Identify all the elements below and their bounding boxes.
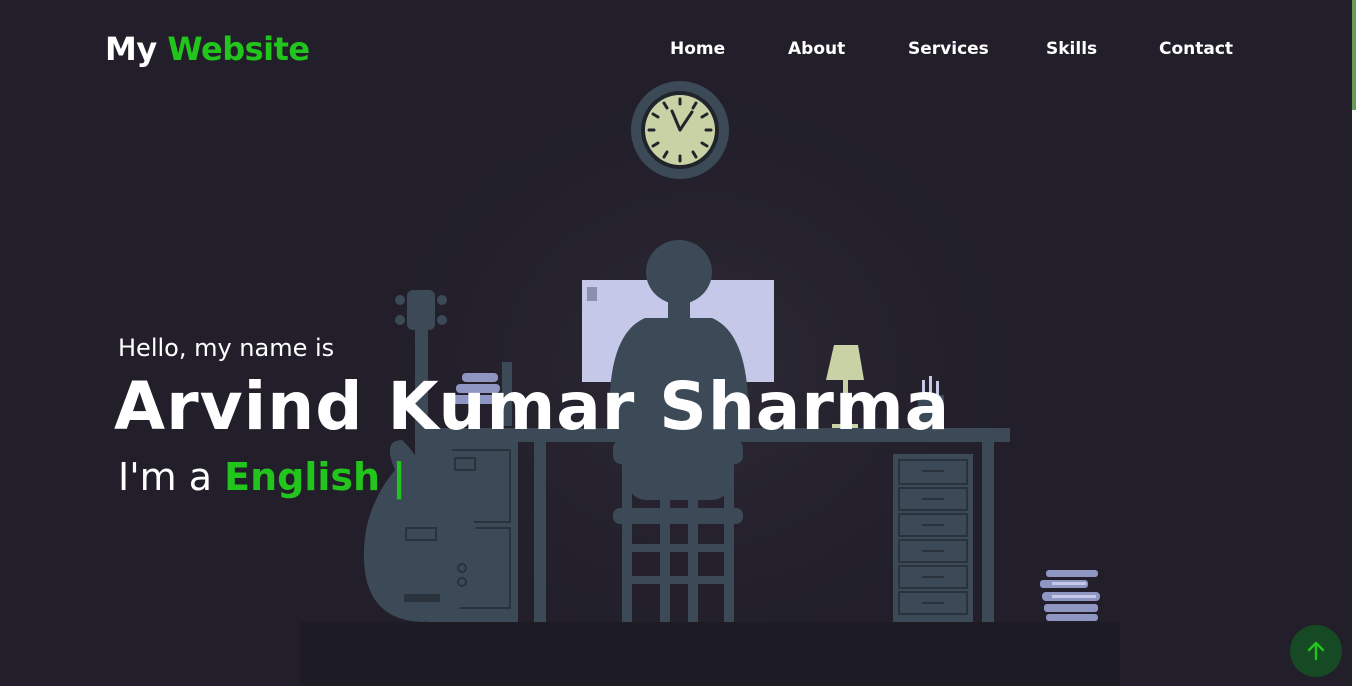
nav-home[interactable]: Home <box>670 39 725 59</box>
scrollbar-thumb[interactable] <box>1352 0 1356 110</box>
page: My Website Home About Services Skills Co… <box>0 0 1352 686</box>
hero-greeting: Hello, my name is <box>118 334 335 362</box>
site-logo[interactable]: My Website <box>105 30 310 68</box>
page-scrollbar[interactable] <box>1352 0 1358 689</box>
arrow-up-icon <box>1307 641 1325 661</box>
role-prefix: I'm a <box>118 455 213 499</box>
scroll-to-top-button[interactable] <box>1290 625 1342 677</box>
nav-skills[interactable]: Skills <box>1046 39 1097 59</box>
nav-about[interactable]: About <box>788 39 845 59</box>
role-word: English <box>224 455 381 499</box>
logo-prefix: My <box>105 30 157 68</box>
nav-contact[interactable]: Contact <box>1159 39 1233 59</box>
hero-role: I'm a English | <box>118 455 406 499</box>
nav-services[interactable]: Services <box>908 39 989 59</box>
hero-name: Arvind Kumar Sharma <box>114 368 951 445</box>
typing-cursor: | <box>392 455 407 499</box>
wall-clock-icon <box>631 81 729 179</box>
logo-accent: Website <box>167 30 310 68</box>
